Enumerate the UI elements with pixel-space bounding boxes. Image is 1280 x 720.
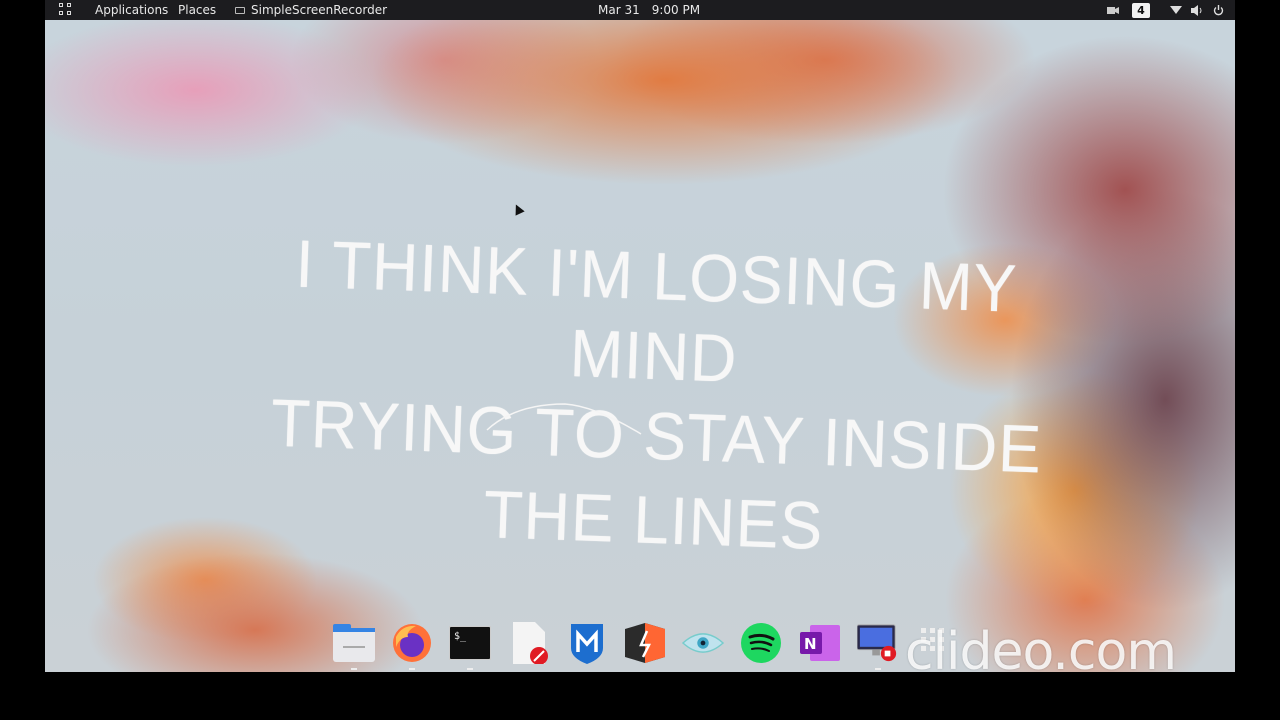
system-tray: 4 <box>1099 2 1225 18</box>
running-indicator <box>409 668 416 670</box>
dock-burpsuite[interactable] <box>616 622 674 670</box>
time-label: 9:00 PM <box>651 3 701 17</box>
screen-recorder-icon <box>235 6 245 14</box>
eye-icon <box>682 622 725 664</box>
firefox-icon <box>391 622 433 664</box>
workspace-indicator[interactable]: 4 <box>1132 2 1150 18</box>
dock-firefox[interactable] <box>383 622 441 670</box>
running-indicator <box>351 668 358 670</box>
wifi-icon[interactable] <box>1169 3 1183 17</box>
svg-text:$_: $_ <box>454 631 467 642</box>
dock-spotify[interactable] <box>732 622 790 670</box>
activities-grid-icon[interactable] <box>59 3 73 17</box>
mouse-cursor-icon <box>511 202 525 216</box>
lyric-line-2: TRYING TO STAY INSIDE THE LINES <box>269 384 1044 564</box>
files-icon <box>333 622 376 664</box>
dock-text-editor[interactable] <box>500 622 558 670</box>
power-icon[interactable] <box>1211 3 1225 17</box>
running-indicator <box>467 668 474 670</box>
text-editor-icon <box>508 622 550 664</box>
dock-screen-recorder[interactable] <box>849 622 907 670</box>
dock: $_ N <box>325 622 965 670</box>
terminal-icon: $_ <box>449 622 492 664</box>
screen-recorder-icon <box>856 622 899 664</box>
top-panel: Applications Places SimpleScreenRecorder… <box>45 0 1235 20</box>
desktop-wallpaper[interactable]: I THINK I'M LOSING MY MIND TRYING TO STA… <box>45 20 1235 672</box>
applications-menu[interactable]: Applications <box>95 0 168 20</box>
dock-files[interactable] <box>325 622 383 670</box>
dock-terminal[interactable]: $_ <box>441 622 499 670</box>
camera-icon[interactable] <box>1106 3 1120 17</box>
active-app-label: SimpleScreenRecorder <box>251 3 388 17</box>
metasploit-icon <box>566 622 608 664</box>
places-menu[interactable]: Places <box>178 0 216 20</box>
dock-onenote[interactable]: N <box>791 622 849 670</box>
dock-eye-app[interactable] <box>674 622 732 670</box>
volume-icon[interactable] <box>1190 3 1204 17</box>
clideo-watermark: clideo.com <box>905 622 1177 682</box>
running-indicator <box>874 668 881 670</box>
active-app-menu[interactable]: SimpleScreenRecorder <box>235 0 387 20</box>
date-label: Mar 31 <box>598 3 640 17</box>
burpsuite-icon <box>624 622 666 664</box>
wallpaper-lyrics: I THINK I'M LOSING MY MIND TRYING TO STA… <box>245 226 1065 564</box>
clock[interactable]: Mar 31 9:00 PM <box>598 0 712 20</box>
dock-metasploit[interactable] <box>558 622 616 670</box>
svg-text:N: N <box>804 635 817 653</box>
spotify-icon <box>740 622 782 664</box>
onenote-icon: N <box>799 622 841 664</box>
lyric-line-1: I THINK I'M LOSING MY MIND <box>294 225 1019 397</box>
lyric-underline <box>486 403 642 435</box>
